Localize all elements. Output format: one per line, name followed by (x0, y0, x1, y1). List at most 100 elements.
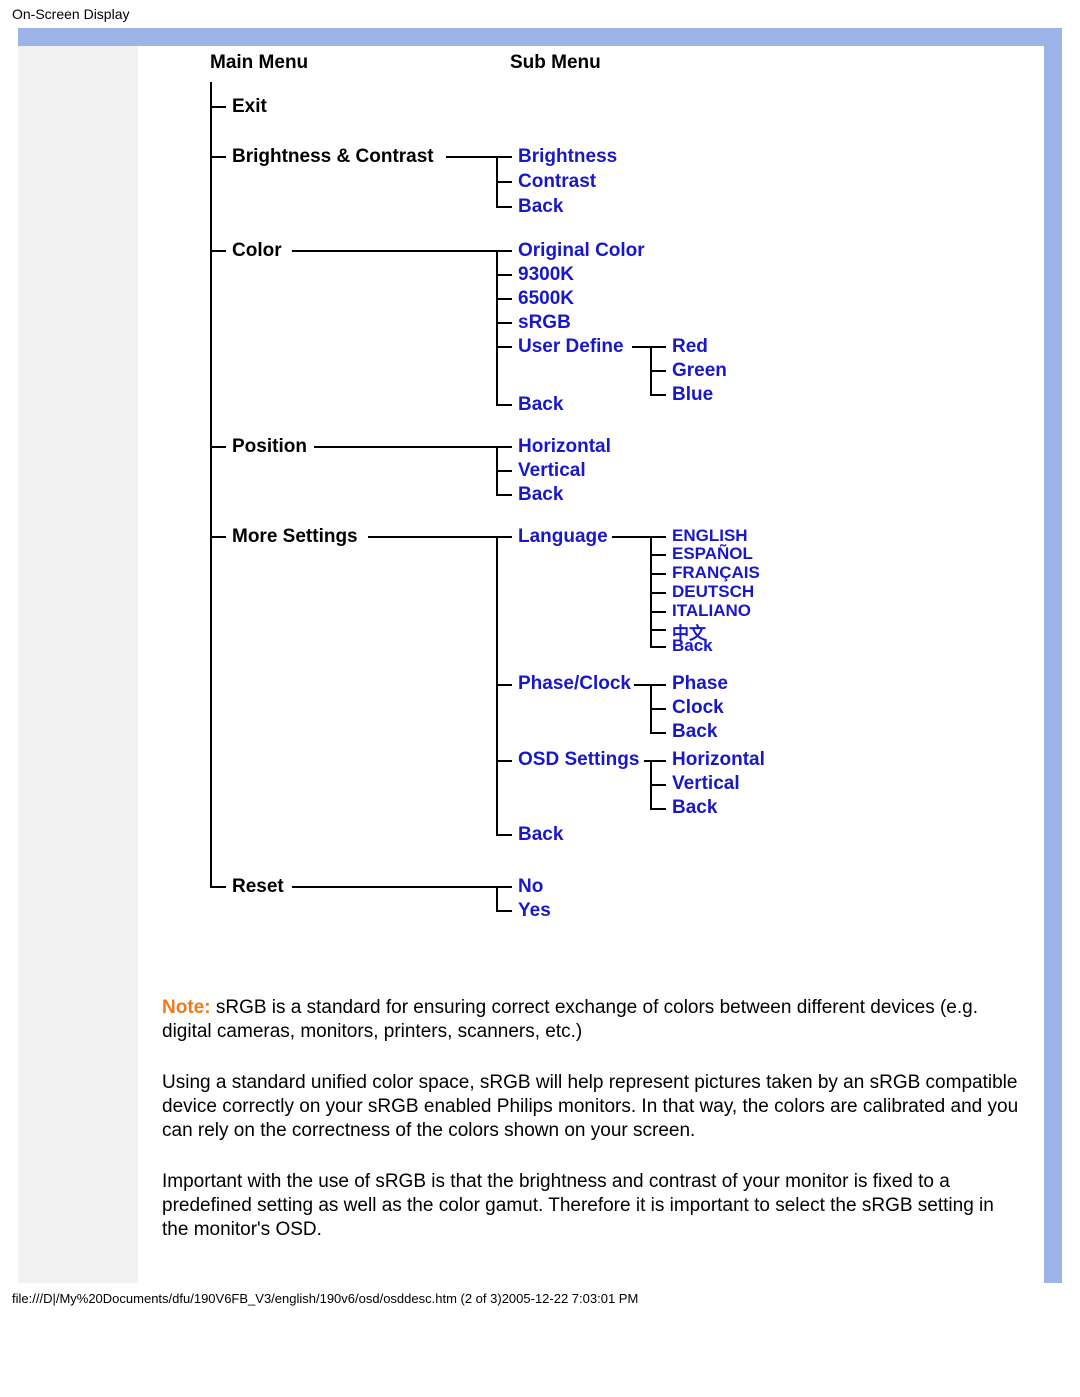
tree-line (496, 404, 512, 406)
tree-line (496, 910, 512, 912)
tree-line (496, 322, 512, 324)
sub-osd-settings: OSD Settings (518, 749, 639, 771)
tree-line (650, 760, 666, 762)
tert-green: Green (672, 360, 727, 382)
tree-line (496, 181, 512, 183)
tert-osd-horizontal: Horizontal (672, 749, 765, 771)
tree-line (650, 394, 666, 396)
note-paragraph: Note: sRGB is a standard for ensuring co… (162, 996, 1020, 1045)
tree-line (650, 646, 666, 648)
tree-line (650, 611, 666, 613)
note-label: Note: (162, 997, 211, 1018)
tree-line (210, 250, 226, 252)
tree-line (650, 554, 666, 556)
tree-line (496, 298, 512, 300)
paragraph-srgb-important: Important with the use of sRGB is that t… (162, 1170, 1020, 1243)
tree-line (496, 760, 512, 762)
menu-exit: Exit (232, 96, 267, 118)
sub-original-color: Original Color (518, 240, 645, 262)
tert-francais: FRANÇAIS (672, 563, 760, 583)
tert-deutsch: DEUTSCH (672, 582, 754, 602)
sub-back-ms: Back (518, 824, 563, 846)
menu-reset: Reset (232, 876, 284, 898)
tree-line (650, 629, 666, 631)
tree-line (496, 156, 512, 158)
sub-menu-header: Sub Menu (510, 52, 601, 74)
sub-back-pos: Back (518, 484, 563, 506)
tree-line (210, 106, 226, 108)
sub-6500k: 6500K (518, 288, 574, 310)
sub-srgb: sRGB (518, 312, 571, 334)
tree-line (650, 684, 666, 686)
tree-line (650, 536, 666, 538)
sub-yes: Yes (518, 900, 551, 922)
tree-line (650, 370, 666, 372)
sub-no: No (518, 876, 543, 898)
tree-line (210, 82, 212, 886)
tree-line (634, 684, 650, 686)
tree-line (292, 250, 496, 252)
tert-clock: Clock (672, 697, 724, 719)
sub-user-define: User Define (518, 336, 624, 358)
sub-contrast: Contrast (518, 171, 596, 193)
sub-9300k: 9300K (518, 264, 574, 286)
tree-line (496, 206, 512, 208)
tert-back-osd: Back (672, 797, 717, 819)
tree-line (612, 536, 650, 538)
tree-line (650, 573, 666, 575)
tree-line (496, 886, 498, 910)
tree-line (496, 536, 512, 538)
sub-vertical: Vertical (518, 460, 586, 482)
tree-line (446, 156, 496, 158)
header-title: On-Screen Display (0, 0, 1080, 28)
tert-phase: Phase (672, 673, 728, 695)
tert-blue: Blue (672, 384, 713, 406)
tree-line (650, 808, 666, 810)
tert-espanol: ESPAÑOL (672, 544, 753, 564)
tree-line (496, 834, 512, 836)
paragraph-srgb-unified: Using a standard unified color space, sR… (162, 1071, 1020, 1144)
sub-brightness: Brightness (518, 146, 617, 168)
tree-line (496, 684, 512, 686)
tree-line (210, 886, 226, 888)
sub-phase-clock: Phase/Clock (518, 673, 631, 695)
tree-line (496, 446, 512, 448)
sub-language: Language (518, 526, 608, 548)
footer-path: file:///D|/My%20Documents/dfu/190V6FB_V3… (0, 1283, 1080, 1314)
tert-back-pc: Back (672, 721, 717, 743)
tree-line (496, 494, 512, 496)
tree-line (496, 470, 512, 472)
sub-back-color: Back (518, 394, 563, 416)
note-rest: sRGB is a standard for ensuring correct … (162, 997, 978, 1042)
tert-osd-vertical: Vertical (672, 773, 740, 795)
description-paragraphs: Note: sRGB is a standard for ensuring co… (162, 966, 1020, 1243)
tree-line (650, 346, 666, 348)
content-area: Main Menu Sub Menu Exit Brightness & Con… (138, 46, 1044, 1283)
main-menu-header: Main Menu (210, 52, 308, 74)
tree-line (210, 156, 226, 158)
osd-tree-diagram: Main Menu Sub Menu Exit Brightness & Con… (162, 46, 1020, 966)
tert-english: ENGLISH (672, 526, 748, 546)
tree-line (210, 446, 226, 448)
menu-position: Position (232, 436, 307, 458)
tree-line (496, 886, 512, 888)
tree-line (210, 536, 226, 538)
sub-back-bc: Back (518, 196, 563, 218)
tree-line (650, 708, 666, 710)
tree-line (650, 784, 666, 786)
tree-line (496, 274, 512, 276)
tree-line (314, 446, 496, 448)
menu-more-settings: More Settings (232, 526, 358, 548)
page-frame: Main Menu Sub Menu Exit Brightness & Con… (18, 28, 1062, 1283)
tree-line (632, 346, 650, 348)
tree-line (368, 536, 496, 538)
tree-line (650, 592, 666, 594)
tree-line (496, 346, 512, 348)
tert-red: Red (672, 336, 708, 358)
tree-line (496, 250, 512, 252)
tert-italiano: ITALIANO (672, 601, 751, 621)
menu-brightness-contrast: Brightness & Contrast (232, 146, 434, 168)
menu-color: Color (232, 240, 282, 262)
tert-back-lang: Back (672, 636, 713, 656)
tree-line (292, 886, 496, 888)
